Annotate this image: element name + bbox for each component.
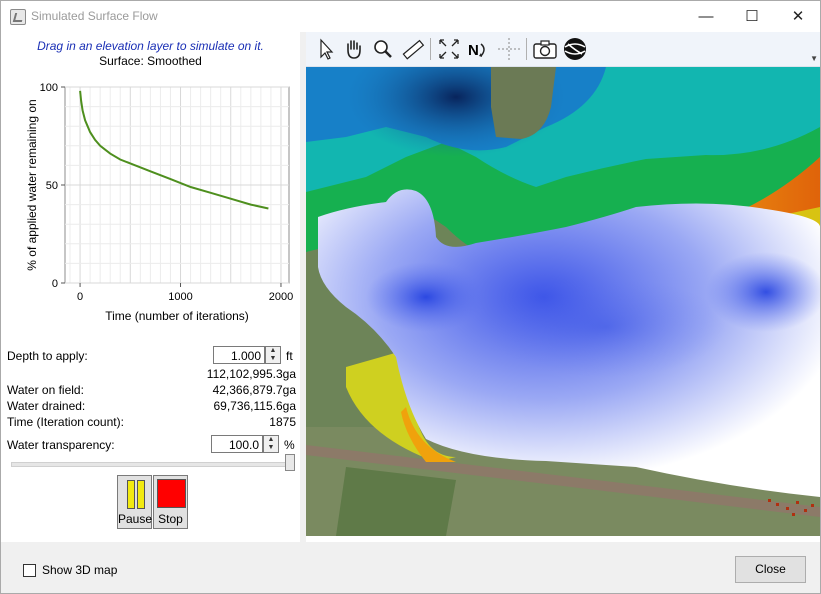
select-arrow-icon[interactable] [312,36,338,62]
transparency-spinner[interactable]: ▲ ▼ [263,435,279,453]
pan-hand-icon[interactable] [340,36,366,62]
map-canvas[interactable] [306,67,820,536]
stat-label: Water drained: [7,399,86,413]
y-tick-label: 100 [40,82,58,94]
window: Simulated Surface Flow — ☐ ✕ Drag in an … [0,0,821,594]
water-deep-spot [366,262,486,332]
transparency-label: Water transparency: [7,438,115,452]
slider-thumb[interactable] [285,454,295,471]
x-tick-label: 1000 [168,291,192,303]
stat-value: 1875 [269,415,296,429]
measure-ruler-icon[interactable] [400,36,426,62]
north-rotate-icon[interactable]: N [464,36,490,62]
stop-button[interactable]: Stop [153,475,188,529]
water-mid [486,277,726,377]
pause-icon-bar [137,480,145,509]
spin-down-icon[interactable]: ▼ [266,355,280,363]
depth-spinner[interactable]: ▲ ▼ [265,346,281,364]
stat-label: Water on field: [7,383,84,397]
transparency-slider[interactable] [11,462,291,467]
stop-label: Stop [158,512,183,526]
maximize-button[interactable]: ☐ [729,1,775,32]
stat-value: 42,366,879.7ga [212,383,296,397]
close-window-button[interactable]: ✕ [775,1,820,32]
toolbar-separator [526,38,527,60]
footer: Show 3D map Close [1,542,820,593]
depth-volume: 112,102,995.3ga [206,367,296,381]
svg-text:N: N [468,42,479,59]
spin-down-icon[interactable]: ▼ [264,444,278,452]
spin-up-icon[interactable]: ▲ [264,436,278,444]
zoom-magnifier-icon[interactable] [370,36,396,62]
depth-label: Depth to apply: [7,349,88,363]
map-view[interactable] [306,67,820,536]
x-tick-label: 2000 [269,291,293,303]
drag-hint: Drag in an elevation layer to simulate o… [37,39,264,53]
y-tick-label: 50 [46,180,58,192]
transparency-unit: % [284,438,295,452]
globe-icon[interactable] [562,36,588,62]
toolbar-overflow-icon[interactable]: ▼ [810,54,818,63]
map-toolbar: N ▼ [306,32,820,67]
stat-value: 69,736,115.6ga [213,399,296,413]
pause-button[interactable]: Pause [117,475,152,529]
stop-icon [157,479,186,508]
x-tick-label: 0 [77,291,83,303]
left-panel: Drag in an elevation layer to simulate o… [1,32,300,542]
depth-unit: ft [286,349,293,363]
pause-icon [127,480,135,509]
y-axis-label: % of applied water remaining on [25,99,39,270]
show-3d-label[interactable]: Show 3D map [42,563,117,577]
crosshair-icon[interactable] [496,36,522,62]
minimize-button[interactable]: — [683,1,729,32]
show-3d-checkbox[interactable] [23,564,36,577]
depth-input[interactable]: 1.000 [213,346,265,364]
water-remaining-chart: 0 1000 2000 0 50 100 % of applied water remai… [25,82,293,323]
stat-label: Time (Iteration count): [7,415,124,429]
spin-up-icon[interactable]: ▲ [266,347,280,355]
x-axis-label: Time (number of iterations) [105,309,249,323]
surface-label: Surface: Smoothed [99,54,202,68]
y-tick-label: 0 [52,278,58,290]
zoom-extents-icon[interactable] [436,36,462,62]
app-icon [10,9,26,25]
transparency-input[interactable]: 100.0 [211,435,263,453]
title-bar: Simulated Surface Flow — ☐ ✕ [1,1,820,32]
camera-icon[interactable] [532,36,558,62]
toolbar-separator [430,38,431,60]
window-title: Simulated Surface Flow [31,9,158,23]
close-button[interactable]: Close [735,556,806,583]
pause-label: Pause [118,512,153,526]
